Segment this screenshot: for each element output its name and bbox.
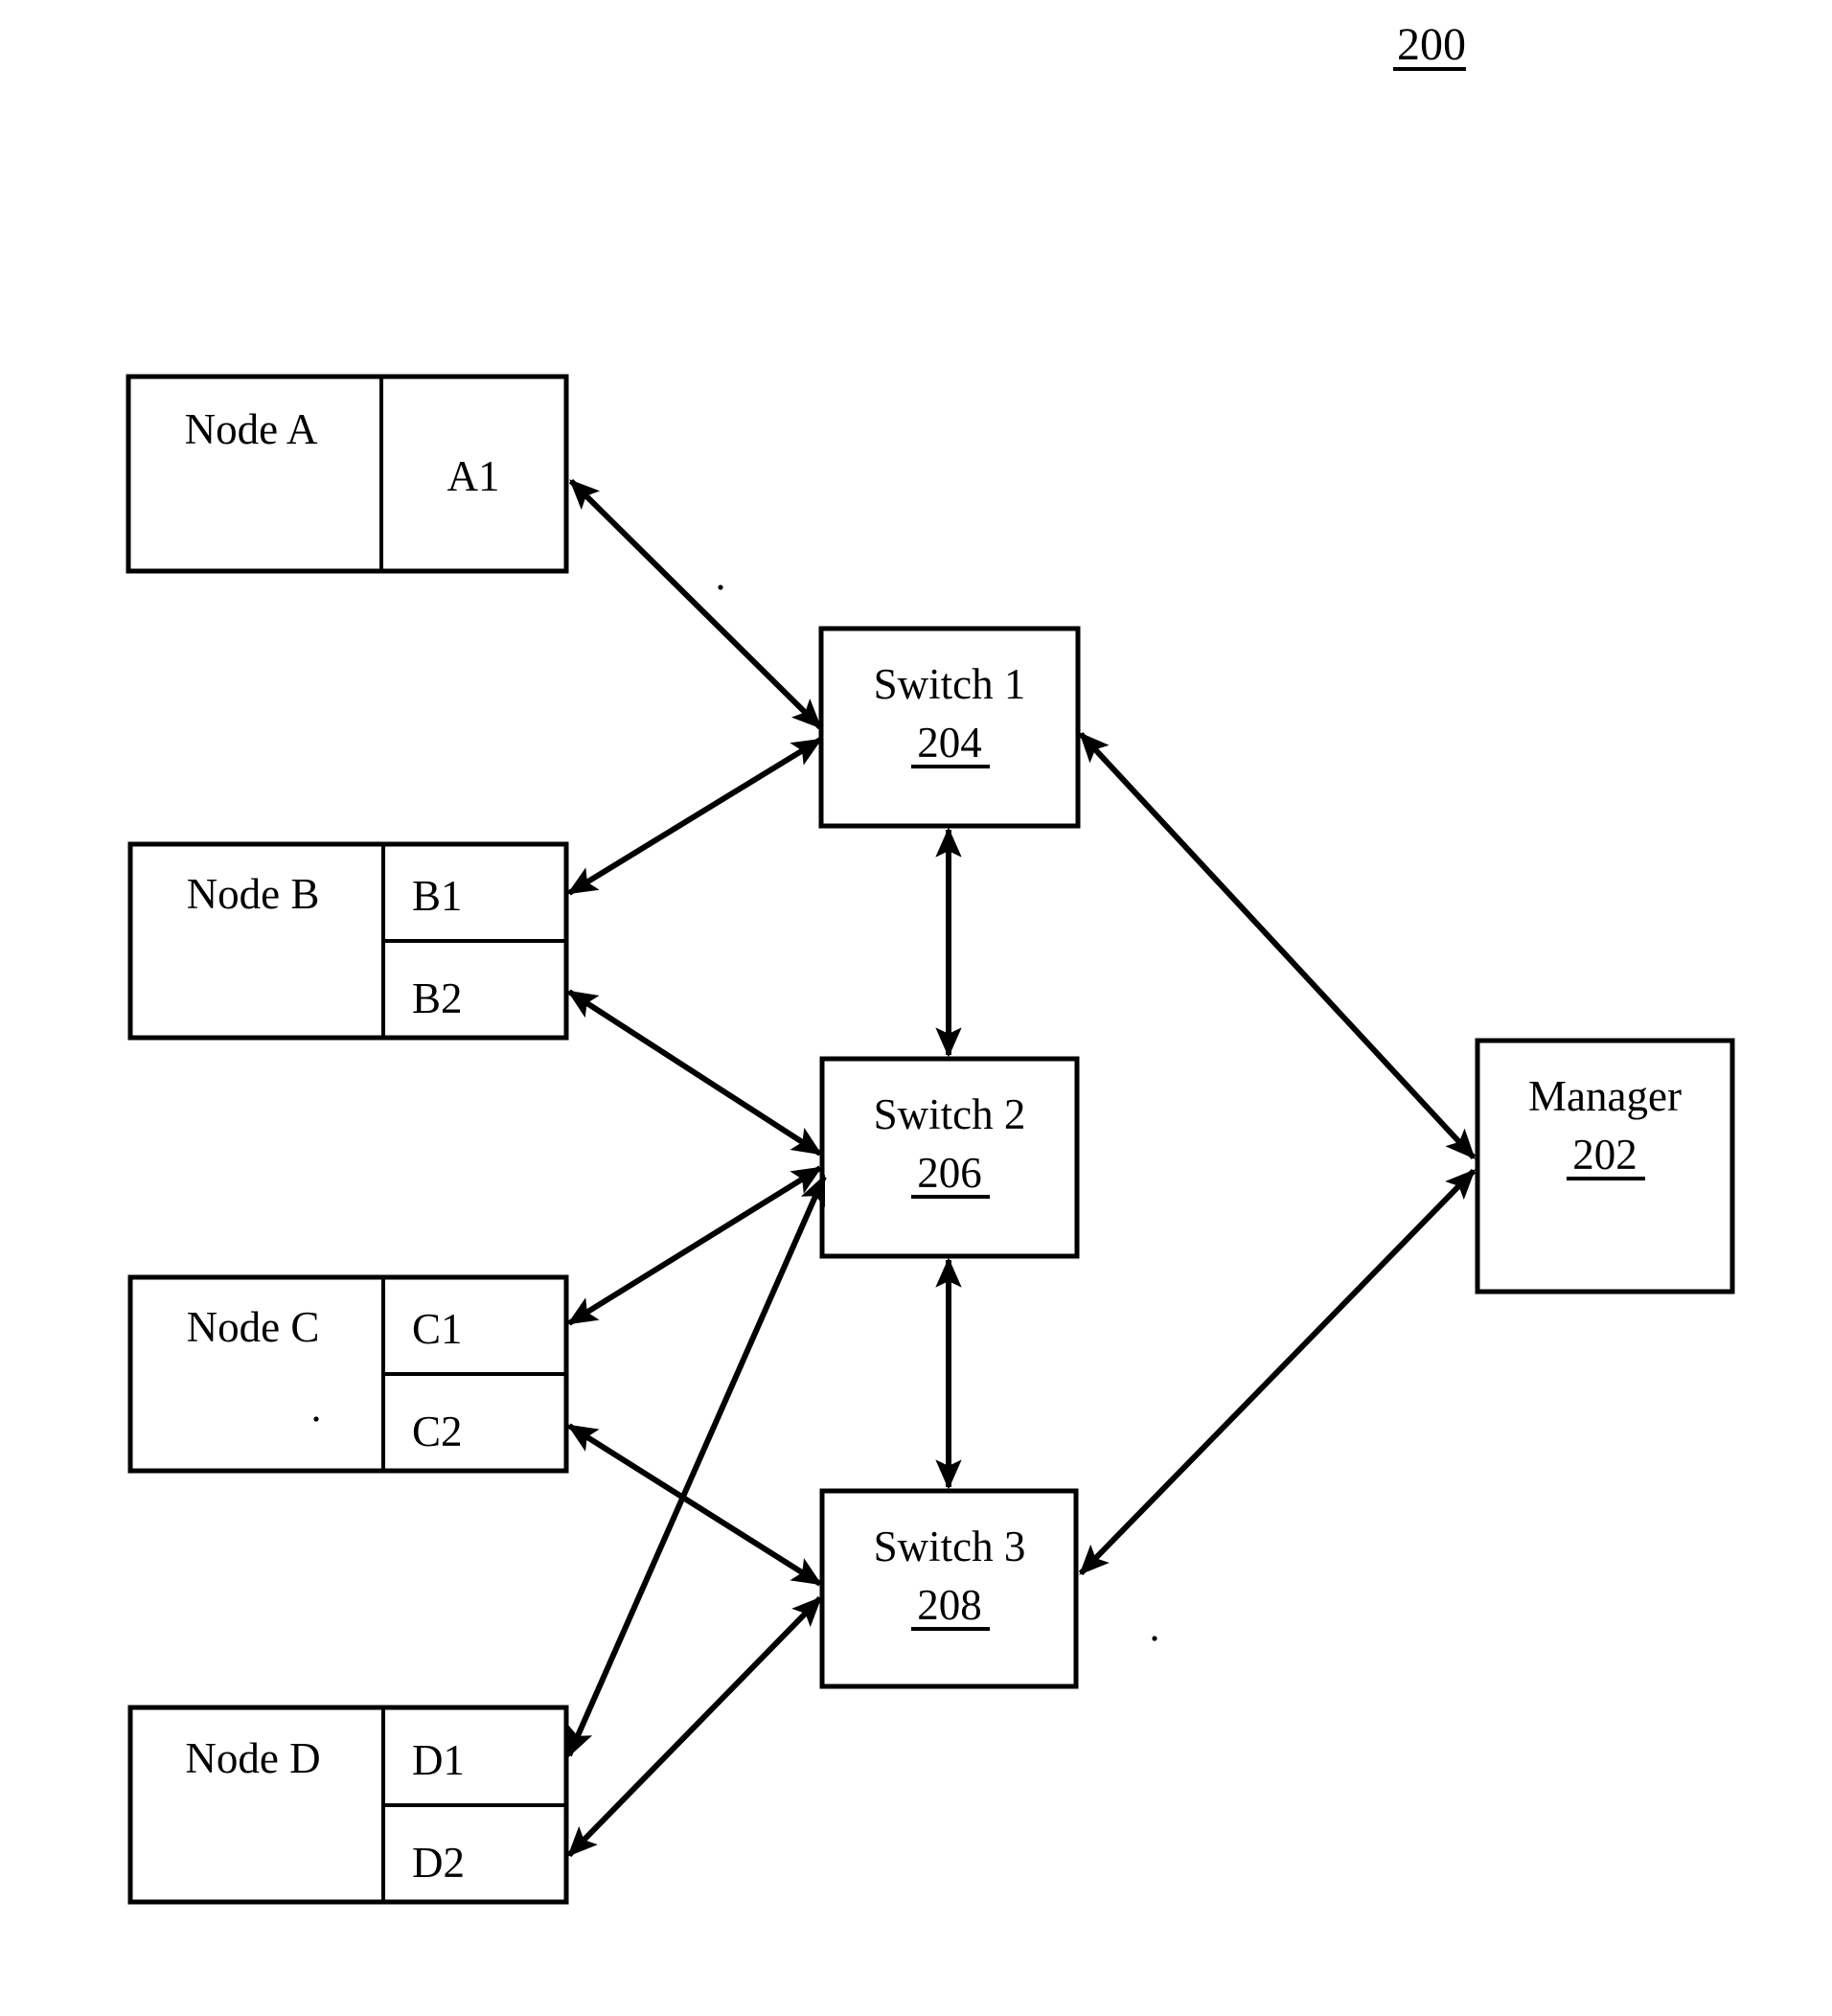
switch-3-title: Switch 3	[874, 1523, 1026, 1570]
link-switch1-manager	[1078, 731, 1477, 1160]
node-b-box[interactable]: Node B B1 B2	[127, 841, 569, 1041]
switch-2-box[interactable]: Switch 2 206	[819, 1056, 1080, 1259]
node-d-port-d2: D2	[412, 1839, 465, 1887]
node-b-port-b2: B2	[412, 974, 463, 1022]
scan-speck-3	[1152, 1636, 1157, 1641]
network-topology-diagram: Node A A1 Node B B1 B2 Node C C1 C2 Node	[126, 19, 1735, 1905]
switch-2-ref: 206	[917, 1149, 982, 1197]
link-c1-switch2	[566, 1165, 823, 1326]
link-d1-switch2	[566, 1174, 827, 1758]
link-switch3-manager	[1078, 1168, 1477, 1576]
node-c-port-c1: C1	[412, 1305, 463, 1353]
switch-3-ref: 208	[917, 1581, 982, 1629]
manager-ref: 202	[1572, 1131, 1637, 1179]
link-b1-switch1	[566, 737, 823, 896]
switch-1-box[interactable]: Switch 1 204	[818, 626, 1081, 829]
manager-box[interactable]: Manager 202	[1475, 1038, 1735, 1294]
node-a-box[interactable]: Node A A1	[126, 374, 569, 574]
node-d-label: Node D	[185, 1734, 320, 1782]
figure-number-group: 200	[1393, 19, 1466, 71]
figure-canvas: Node A A1 Node B B1 B2 Node C C1 C2 Node	[0, 0, 1832, 2016]
node-c-port-c2: C2	[412, 1408, 463, 1455]
node-c-label: Node C	[187, 1303, 320, 1351]
manager-title: Manager	[1528, 1072, 1682, 1120]
figure-number: 200	[1397, 19, 1466, 70]
link-d2-switch3	[566, 1595, 823, 1858]
switch-1-title: Switch 1	[874, 660, 1026, 708]
scan-speck-2	[313, 1416, 319, 1422]
node-b-port-b1: B1	[412, 872, 463, 920]
link-c2-switch3	[566, 1423, 823, 1587]
switch-2-title: Switch 2	[874, 1090, 1026, 1138]
node-d-box[interactable]: Node D D1 D2	[127, 1705, 569, 1905]
node-d-port-d1: D1	[412, 1736, 465, 1784]
link-a1-switch1	[568, 478, 823, 730]
switch-3-box[interactable]: Switch 3 208	[819, 1488, 1079, 1689]
node-b-label: Node B	[187, 870, 320, 918]
node-a-port-a1: A1	[447, 452, 500, 500]
scan-speck-1	[718, 584, 723, 590]
node-c-box[interactable]: Node C C1 C2	[127, 1274, 569, 1474]
switch-1-ref: 204	[917, 719, 982, 767]
node-a-label: Node A	[185, 405, 318, 453]
link-b2-switch2	[566, 989, 823, 1157]
